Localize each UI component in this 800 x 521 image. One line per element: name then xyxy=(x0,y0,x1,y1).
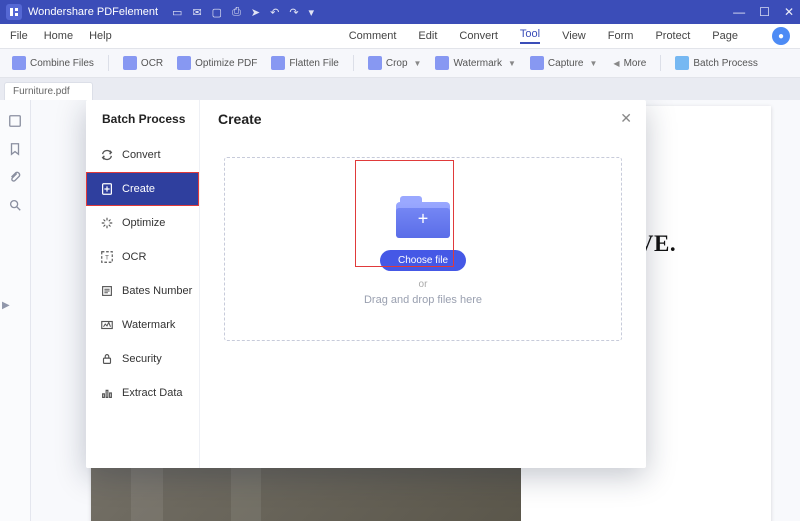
modal-close-button[interactable]: ✕ xyxy=(620,110,632,127)
open-icon[interactable]: ▭ xyxy=(172,6,182,19)
combine-icon xyxy=(12,56,26,70)
ocr-icon: T xyxy=(100,250,114,264)
panel-title: Create xyxy=(218,111,262,127)
watermark-icon xyxy=(100,318,114,332)
flatten-icon xyxy=(271,56,285,70)
folder-icon: + xyxy=(396,196,450,238)
document-tabs: Furniture.pdf xyxy=(0,78,800,100)
create-icon xyxy=(100,182,114,196)
qat-more-icon[interactable]: ▾ xyxy=(309,6,315,19)
modal-main: Create ✕ + Choose file or Drag and drop … xyxy=(200,100,646,468)
batch-option-label: Optimize xyxy=(122,217,165,229)
tool-toolbar: Combine Files OCR Optimize PDF Flatten F… xyxy=(0,49,800,78)
modal-sidebar: Batch Process Convert Create Optimize T OCR B… xyxy=(86,100,200,468)
app-logo xyxy=(6,4,22,20)
redo-icon[interactable]: ↷ xyxy=(289,6,298,19)
watermark-icon xyxy=(435,56,449,70)
or-label: or xyxy=(419,279,428,290)
share-icon[interactable]: ➤ xyxy=(251,6,260,19)
attachment-icon[interactable] xyxy=(8,170,22,184)
batch-option-extract[interactable]: Extract Data xyxy=(86,376,199,410)
optimize-icon xyxy=(100,216,114,230)
tool-crop[interactable]: Crop▼ xyxy=(364,54,426,72)
expand-rail-icon[interactable]: ▶ xyxy=(2,300,10,311)
svg-text:T: T xyxy=(105,255,109,262)
menu-form[interactable]: Form xyxy=(608,30,634,42)
tool-flatten[interactable]: Flatten File xyxy=(267,54,342,72)
doc-tab[interactable]: Furniture.pdf xyxy=(4,82,93,100)
close-button[interactable]: ✕ xyxy=(784,5,794,19)
chevron-down-icon: ▼ xyxy=(508,59,516,68)
batch-option-label: Bates Number xyxy=(122,285,192,297)
batch-option-convert[interactable]: Convert xyxy=(86,138,199,172)
print-icon[interactable]: ⎙ xyxy=(232,6,241,19)
modal-title: Batch Process xyxy=(86,100,199,138)
tool-more[interactable]: ◀More xyxy=(607,56,650,71)
ocr-icon xyxy=(123,56,137,70)
tool-ocr[interactable]: OCR xyxy=(119,54,167,72)
thumbnails-icon[interactable] xyxy=(8,114,22,128)
menu-comment[interactable]: Comment xyxy=(349,30,397,42)
convert-icon xyxy=(100,148,114,162)
extract-icon xyxy=(100,386,114,400)
batch-option-label: Security xyxy=(122,353,162,365)
app-title: Wondershare PDFelement xyxy=(28,6,158,18)
tool-combine[interactable]: Combine Files xyxy=(8,54,98,72)
menu-view[interactable]: View xyxy=(562,30,586,42)
maximize-button[interactable]: ☐ xyxy=(759,5,770,19)
batch-option-label: Create xyxy=(122,183,155,195)
chevron-down-icon: ▼ xyxy=(590,59,598,68)
tool-batch[interactable]: Batch Process xyxy=(671,54,761,72)
batch-option-label: Convert xyxy=(122,149,161,161)
bates-icon xyxy=(100,284,114,298)
workarea: ▶ D BY LLECTIVE. , meet local creatives … xyxy=(0,100,800,521)
menu-convert[interactable]: Convert xyxy=(459,30,498,42)
tool-optimize[interactable]: Optimize PDF xyxy=(173,54,261,72)
batch-option-ocr[interactable]: T OCR xyxy=(86,240,199,274)
security-icon xyxy=(100,352,114,366)
batch-option-security[interactable]: Security xyxy=(86,342,199,376)
menu-home[interactable]: Home xyxy=(44,30,73,42)
user-avatar[interactable]: ● xyxy=(772,27,790,45)
menu-page[interactable]: Page xyxy=(712,30,738,42)
batch-option-create[interactable]: Create xyxy=(86,172,199,206)
quick-access-toolbar: ▭ ✉ ▢ ⎙ ➤ ↶ ↷ ▾ xyxy=(172,6,314,19)
document-viewport[interactable]: D BY LLECTIVE. , meet local creatives ne… xyxy=(31,100,800,521)
optimize-icon xyxy=(177,56,191,70)
menu-help[interactable]: Help xyxy=(89,30,112,42)
tool-capture[interactable]: Capture▼ xyxy=(526,54,602,72)
capture-icon xyxy=(530,56,544,70)
batch-process-modal: Batch Process Convert Create Optimize T OCR B… xyxy=(86,100,646,468)
batch-option-label: OCR xyxy=(122,251,146,263)
drop-zone[interactable]: + Choose file or Drag and drop files her… xyxy=(224,157,622,341)
batch-option-label: Extract Data xyxy=(122,387,183,399)
batch-option-bates[interactable]: Bates Number xyxy=(86,274,199,308)
bookmark-icon[interactable] xyxy=(8,142,22,156)
search-icon[interactable] xyxy=(8,198,22,212)
drag-drop-label: Drag and drop files here xyxy=(364,294,482,306)
tool-watermark[interactable]: Watermark▼ xyxy=(431,54,519,72)
batch-option-label: Watermark xyxy=(122,319,175,331)
batch-option-optimize[interactable]: Optimize xyxy=(86,206,199,240)
window-controls: ― ☐ ✕ xyxy=(733,5,794,19)
crop-icon xyxy=(368,56,382,70)
minimize-button[interactable]: ― xyxy=(733,5,745,19)
menu-edit[interactable]: Edit xyxy=(418,30,437,42)
batch-icon xyxy=(675,56,689,70)
save-icon[interactable]: ▢ xyxy=(212,6,222,19)
mail-icon[interactable]: ✉ xyxy=(192,6,201,19)
chevron-left-icon: ◀ xyxy=(613,59,619,68)
menu-file[interactable]: File xyxy=(10,30,28,42)
menu-protect[interactable]: Protect xyxy=(655,30,690,42)
chevron-down-icon: ▼ xyxy=(414,59,422,68)
titlebar: Wondershare PDFelement ▭ ✉ ▢ ⎙ ➤ ↶ ↷ ▾ ―… xyxy=(0,0,800,24)
undo-icon[interactable]: ↶ xyxy=(270,6,279,19)
menu-tool[interactable]: Tool xyxy=(520,28,540,44)
menubar: File Home Help Comment Edit Convert Tool… xyxy=(0,24,800,49)
batch-option-watermark[interactable]: Watermark xyxy=(86,308,199,342)
